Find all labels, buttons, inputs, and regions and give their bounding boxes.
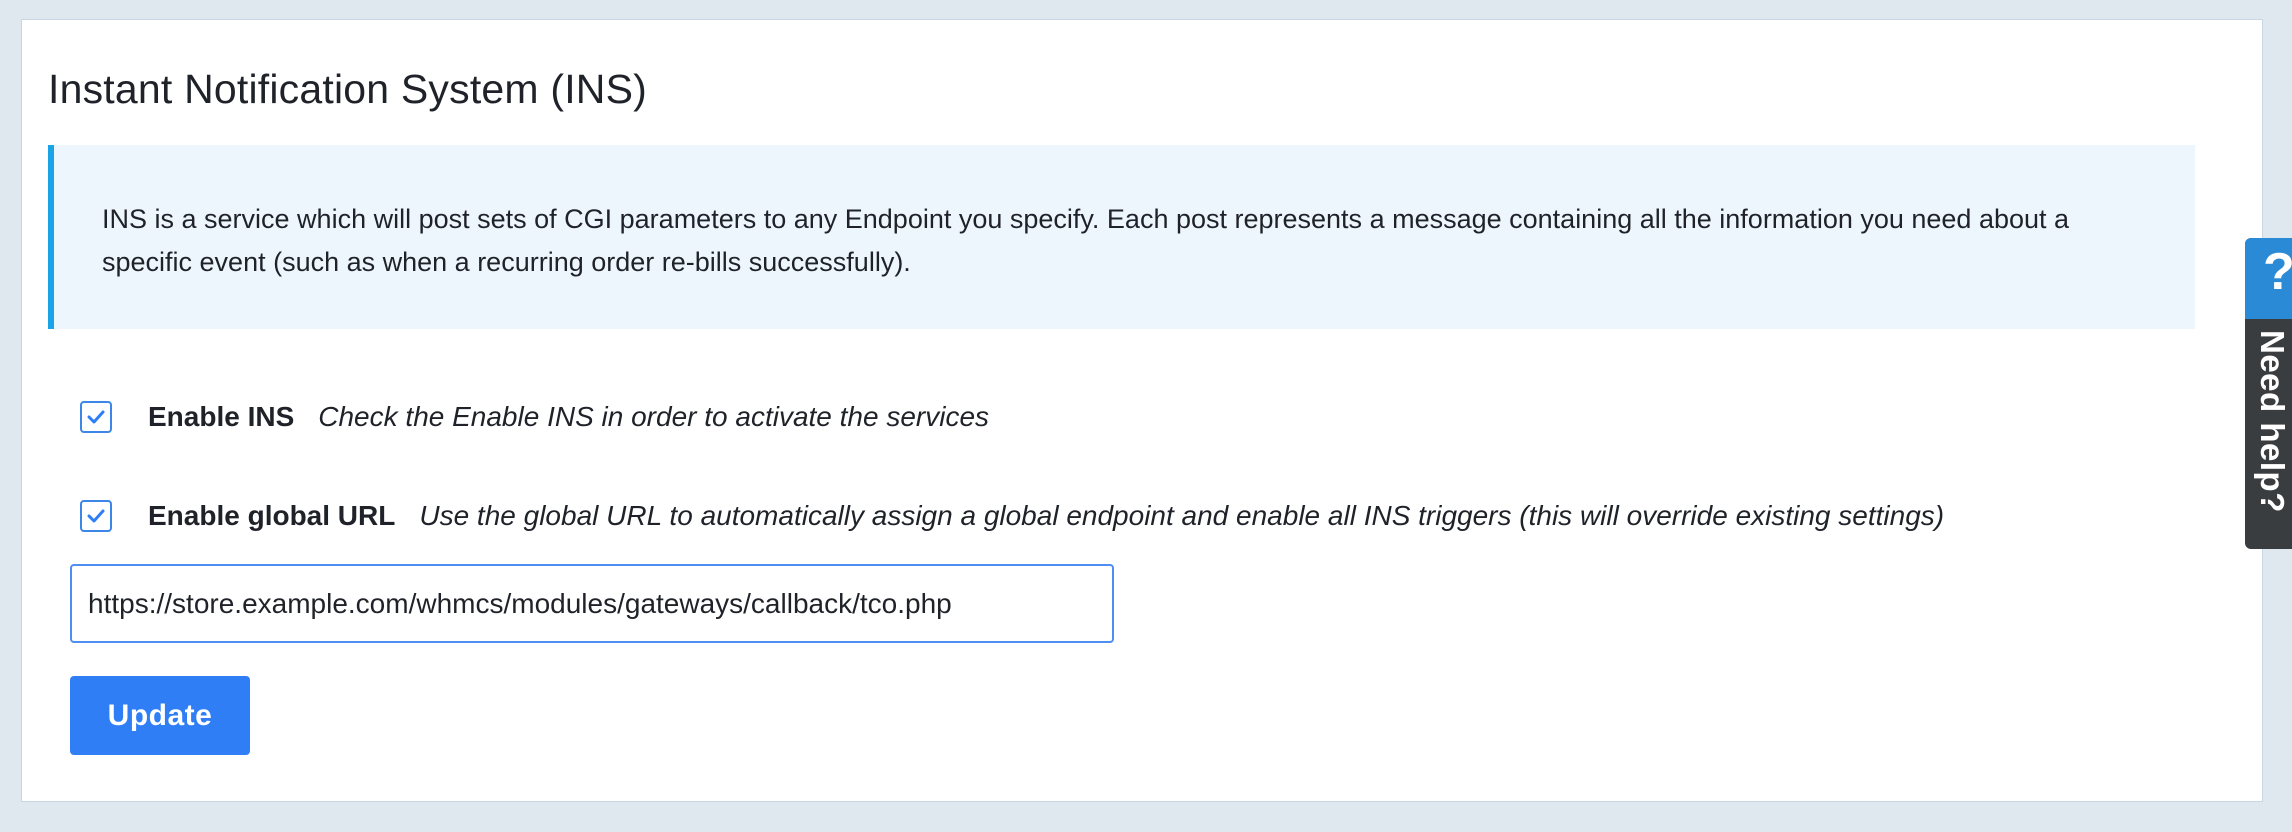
- enable-ins-row: Enable INS Check the Enable INS in order…: [48, 401, 989, 433]
- enable-global-url-row: Enable global URL Use the global URL to …: [48, 500, 1944, 532]
- update-button[interactable]: Update: [70, 676, 250, 755]
- checkmark-icon: [87, 509, 105, 523]
- need-help-tab[interactable]: ? Need help?: [2245, 238, 2292, 549]
- question-mark-icon: ?: [2263, 243, 2292, 301]
- enable-ins-help-text: Check the Enable INS in order to activat…: [318, 401, 990, 432]
- page-title: Instant Notification System (INS): [48, 66, 648, 112]
- enable-global-url-label[interactable]: Enable global URL: [148, 500, 395, 532]
- enable-global-url-checkbox[interactable]: [80, 500, 112, 532]
- global-url-input[interactable]: [70, 564, 1114, 643]
- help-tab-header: ?: [2245, 238, 2292, 319]
- info-box: INS is a service which will post sets of…: [48, 145, 2195, 329]
- enable-ins-checkbox[interactable]: [80, 401, 112, 433]
- info-box-text: INS is a service which will post sets of…: [102, 204, 2070, 277]
- need-help-label: Need help?: [2254, 330, 2291, 513]
- enable-global-url-help-text: Use the global URL to automatically assi…: [419, 500, 1945, 531]
- checkmark-icon: [87, 410, 105, 424]
- enable-ins-label[interactable]: Enable INS: [148, 401, 294, 433]
